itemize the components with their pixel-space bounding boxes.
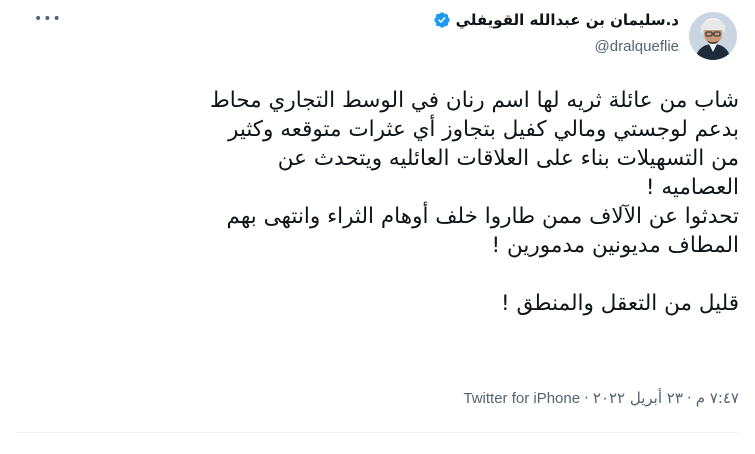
author-display-name[interactable]: د.سليمان بن عبدالله القويفلي	[456, 8, 679, 32]
more-options-icon[interactable]: •••	[34, 10, 61, 28]
tweet-date[interactable]: ٢٣ أبريل ٢٠٢٢	[593, 389, 683, 407]
meta-separator: ·	[686, 389, 692, 407]
meta-separator: ·	[584, 389, 589, 407]
profile-photo	[689, 12, 737, 60]
tweet: ••• د.سليمان بن عبدالله القويفلي @dralqu…	[0, 0, 755, 454]
tweet-metadata: ٧:٤٧ م·٢٣ أبريل ٢٠٢٢·Twitter for iPhone	[463, 386, 739, 410]
avatar[interactable]	[689, 12, 737, 60]
tweet-source[interactable]: Twitter for iPhone	[463, 390, 580, 407]
author-name-row: د.سليمان بن عبدالله القويفلي	[259, 8, 679, 32]
tweet-text: شاب من عائلة ثريه لها اسم رنان في الوسط …	[209, 88, 739, 316]
verified-badge-icon	[433, 11, 451, 29]
tweet-author: د.سليمان بن عبدالله القويفلي @dralquefli…	[259, 8, 679, 58]
author-handle[interactable]: @dralqueflie	[259, 36, 679, 58]
tweet-time[interactable]: ٧:٤٧ م	[696, 389, 739, 407]
divider	[16, 432, 739, 433]
